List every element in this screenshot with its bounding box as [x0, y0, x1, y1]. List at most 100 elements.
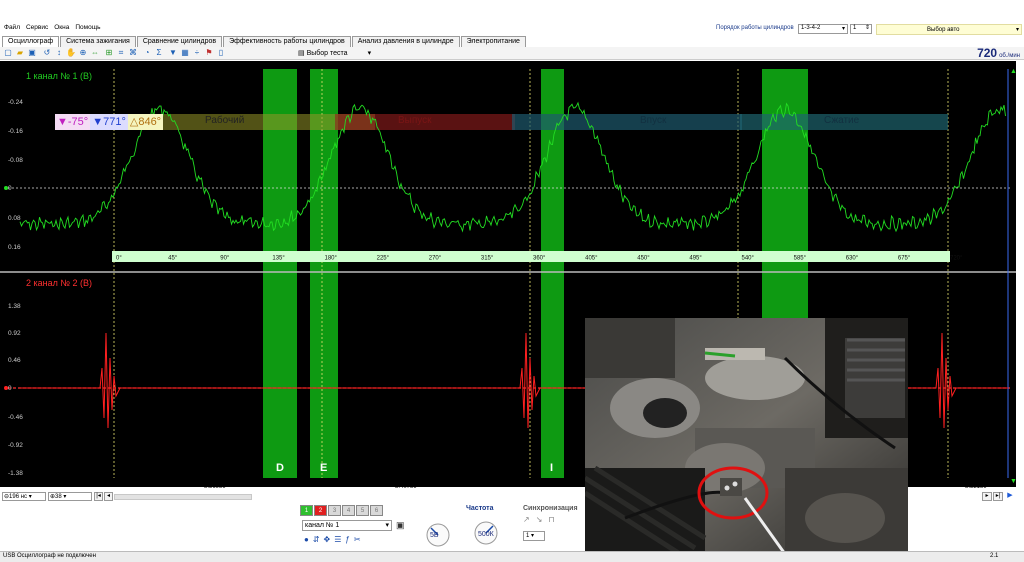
ch1-up-arrow[interactable]: ▲	[1010, 68, 1016, 75]
channel-button-2[interactable]: 2	[314, 505, 327, 516]
menu-service[interactable]: Сервис	[26, 24, 48, 31]
phase-compression-label: Сжатие	[824, 115, 860, 126]
open-folder-icon[interactable]: ▰	[15, 48, 25, 58]
timer-icon[interactable]: ◔	[142, 48, 152, 58]
channel-button-6[interactable]: 6	[370, 505, 383, 516]
select-auto-dropdown[interactable]: Выбор авто ▾	[876, 24, 1022, 35]
degree-tick-label: 225°	[377, 256, 390, 262]
falling-edge-icon[interactable]: ↘	[536, 515, 543, 524]
sync-channel-value: 1	[526, 533, 530, 539]
timebase-select[interactable]: ⊖196 нс ▾	[2, 492, 46, 501]
degree-tick-label: 180°	[325, 256, 338, 262]
channel-button-1[interactable]: 1	[300, 505, 313, 516]
formula-icon[interactable]: ƒ	[345, 535, 349, 544]
tab-ignition[interactable]: Система зажигания	[60, 36, 136, 47]
degree-tick-label: 405°	[585, 256, 598, 262]
ch2-y-tick: 0	[8, 385, 12, 392]
menu-windows[interactable]: Окна	[54, 24, 69, 31]
degree-tick-label: 270°	[429, 256, 442, 262]
tab-oscilloscope[interactable]: Осциллограф	[2, 36, 60, 47]
marker2-icon: ▼	[92, 116, 104, 128]
rising-edge-icon[interactable]: ↗	[523, 515, 530, 524]
select-auto-label: Выбор авто	[927, 27, 960, 33]
firing-order-select[interactable]: 1-3-4-2 ▾	[798, 24, 848, 34]
timebase-value: 196 нс	[9, 494, 28, 500]
ch2-zero-marker[interactable]	[4, 386, 8, 390]
sigma-icon[interactable]: Σ	[154, 48, 164, 58]
cursor-icon[interactable]: ↕	[54, 48, 64, 58]
degree-tick-label: 675°	[898, 256, 911, 262]
loop-icon[interactable]: ↺	[42, 48, 52, 58]
channel1-label: 1 канал № 1 (В)	[26, 71, 93, 81]
marker-readout: ▼-75° ▼771° △846°	[55, 114, 164, 130]
tab-power[interactable]: Электропитание	[460, 36, 526, 47]
channel-button-5[interactable]: 5	[356, 505, 369, 516]
marker1-readout[interactable]: ▼-75°	[55, 114, 91, 130]
rpm-unit: об./мин	[999, 53, 1020, 59]
cylinder-stepper[interactable]: 1 ⇕	[850, 24, 872, 34]
fit-icon[interactable]: ⇔	[90, 48, 100, 58]
prev-page-icon[interactable]: ◂	[104, 492, 113, 501]
menu-file[interactable]: Файл	[4, 24, 20, 31]
ch1-y-axis: -0.24 -0.16 -0.08 0 0.08 0.16	[8, 99, 23, 251]
marker1-icon: ▼	[57, 116, 68, 128]
rpm-value: 720	[977, 46, 998, 60]
ch1-down-arrow[interactable]: ▼	[1010, 478, 1016, 485]
channel-button-3[interactable]: 3	[328, 505, 341, 516]
play-icon[interactable]: ▶	[1005, 492, 1015, 501]
status-text: USB Осциллограф не подключен	[3, 553, 96, 559]
tools-icon[interactable]: ✂	[354, 535, 361, 544]
chevron-down-icon: ▾	[367, 50, 372, 57]
move-icon[interactable]: ✥	[324, 535, 331, 544]
degree-tick-label: 315°	[481, 256, 494, 262]
next-page-icon[interactable]: ▸	[982, 492, 992, 501]
table-icon[interactable]: ▦	[180, 48, 190, 58]
flag-icon[interactable]: ⚑	[204, 48, 214, 58]
tab-cylinder-compare[interactable]: Сравнение цилиндров	[136, 36, 223, 47]
ch2-y-tick: 0.92	[8, 330, 21, 337]
tab-pressure-analysis[interactable]: Анализ давления в цилиндре	[351, 36, 460, 47]
save-icon[interactable]: ▣	[27, 48, 37, 58]
control-panel: 123456 канал № 1 ▾ ▣ ● ⇵ ✥ ☰ ƒ ✂ 5В Часто…	[300, 505, 585, 549]
pulse-icon[interactable]: ⊓	[548, 515, 554, 524]
ch2-y-tick: -1.38	[8, 470, 23, 477]
marker2-readout[interactable]: ▼771°	[90, 114, 128, 130]
new-file-icon[interactable]: ▢	[3, 48, 13, 58]
engine-photo-image	[585, 318, 908, 554]
compare-icon[interactable]: ⌘	[128, 48, 138, 58]
tab-cylinder-efficiency[interactable]: Эффективность работы цилиндров	[223, 36, 351, 47]
eye-icon[interactable]: ●	[304, 535, 309, 544]
delta-readout: △846°	[127, 114, 164, 130]
invert-icon[interactable]: ⇵	[313, 535, 320, 544]
voltage-knob-value: 5В	[430, 532, 439, 539]
channel-count-select[interactable]: ⊕38 ▾	[48, 492, 92, 501]
channel-count-value: 38	[55, 494, 62, 500]
split-icon[interactable]: ÷	[192, 48, 202, 58]
ch1-zero-marker[interactable]	[4, 186, 8, 190]
channel-button-4[interactable]: 4	[342, 505, 355, 516]
sync-channel-select[interactable]: 1 ▾	[523, 531, 545, 541]
grid-icon[interactable]: ⊞	[104, 48, 114, 58]
frequency-knob[interactable]	[466, 513, 506, 547]
phase-bar-intake	[512, 114, 742, 130]
sync-tools: ↗ ↘ ⊓	[523, 515, 555, 524]
page-icon[interactable]: ▯	[216, 48, 226, 58]
degree-tick-label: 720°	[950, 256, 963, 262]
first-page-icon[interactable]: |◂	[94, 492, 103, 501]
select-test-dropdown[interactable]: ▤ Выбор теста ▾	[298, 48, 390, 59]
menu-icon[interactable]: ☰	[334, 535, 341, 544]
top-right-controls: Порядок работы цилиндров 1-3-4-2 ▾ 1 ⇕ Выб…	[700, 24, 1024, 36]
ch1-y-tick: 0.08	[8, 215, 21, 222]
zoom-icon[interactable]: ⊕	[78, 48, 88, 58]
hand-icon[interactable]: ✋	[66, 48, 76, 58]
firing-order-value: 1-3-4-2	[801, 25, 821, 31]
filter-icon[interactable]: ▼	[168, 48, 178, 58]
ch2-y-tick: -0.46	[8, 414, 23, 421]
measure-icon[interactable]: ⌗	[116, 48, 126, 58]
save-channel-icon[interactable]: ▣	[396, 520, 405, 531]
scrollbar[interactable]	[114, 494, 252, 500]
channel-select[interactable]: канал № 1 ▾	[302, 520, 392, 531]
ch1-y-tick: -0.24	[8, 99, 23, 106]
menu-help[interactable]: Помощь	[75, 24, 100, 31]
last-page-icon[interactable]: ▸|	[993, 492, 1003, 501]
